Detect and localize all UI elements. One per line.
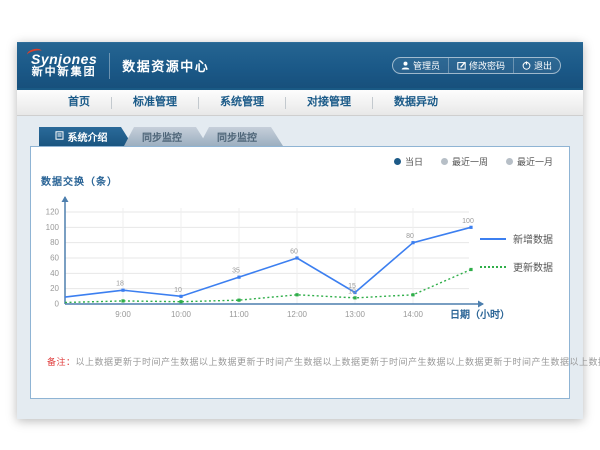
- tab-label: 同步监控: [142, 129, 182, 144]
- legend-label: 更新数据: [513, 259, 553, 274]
- user-toolbar: 管理员 修改密码 退出: [392, 57, 561, 74]
- logo-subtext: 新中新集团: [31, 67, 97, 79]
- y-axis-label: 数据交换（条）: [41, 173, 118, 188]
- user-button[interactable]: 管理员: [393, 58, 448, 73]
- svg-text:40: 40: [50, 269, 59, 278]
- page-title: 数据资源中心: [122, 56, 209, 75]
- svg-text:10: 10: [174, 287, 182, 294]
- radio-today[interactable]: 当日: [394, 155, 423, 168]
- change-password-label: 修改密码: [469, 59, 505, 72]
- svg-text:10:00: 10:00: [171, 310, 192, 319]
- svg-text:60: 60: [290, 249, 298, 256]
- svg-text:11:00: 11:00: [229, 310, 249, 319]
- svg-text:13:00: 13:00: [345, 310, 366, 319]
- svg-text:100: 100: [46, 223, 60, 232]
- app-header: Synjones 新中新集团 数据资源中心 管理员 修改密码: [17, 42, 583, 88]
- tab-sync-monitor-1[interactable]: 同步监控: [124, 127, 208, 146]
- nav-item-data-change[interactable]: 数据异动: [373, 90, 459, 115]
- radio-last-month[interactable]: 最近一月: [506, 155, 553, 168]
- radio-dot-icon: [506, 158, 513, 165]
- svg-text:12:00: 12:00: [287, 310, 308, 319]
- svg-text:120: 120: [46, 208, 60, 217]
- svg-text:60: 60: [50, 254, 59, 263]
- edit-icon: [457, 61, 466, 70]
- radio-label: 当日: [405, 155, 423, 168]
- user-button-label: 管理员: [413, 59, 440, 72]
- svg-text:100: 100: [462, 218, 474, 225]
- radio-dot-icon: [441, 158, 448, 165]
- legend-label: 新增数据: [513, 231, 553, 246]
- user-icon: [401, 61, 410, 70]
- app-window: Synjones 新中新集团 数据资源中心 管理员 修改密码: [17, 42, 583, 419]
- legend-item-new-data: 新增数据: [480, 231, 553, 246]
- tab-system-intro[interactable]: 系统介绍: [39, 127, 133, 146]
- svg-text:10: 10: [348, 288, 356, 295]
- company-logo: Synjones 新中新集团: [31, 52, 97, 78]
- svg-text:0: 0: [55, 300, 60, 309]
- logout-label: 退出: [534, 59, 552, 72]
- tab-label: 同步监控: [217, 129, 257, 144]
- nav-item-system-mgmt[interactable]: 系统管理: [199, 90, 285, 115]
- tab-label: 系统介绍: [68, 129, 108, 144]
- chart-legend: 新增数据 更新数据: [480, 231, 553, 274]
- footer-note: 备注：以上数据更新于时间产生数据以上数据更新于时间产生数据以上数据更新于时间产生…: [47, 355, 600, 368]
- nav-item-home[interactable]: 首页: [47, 90, 111, 115]
- change-password-button[interactable]: 修改密码: [448, 58, 513, 73]
- nav-item-docking-mgmt[interactable]: 对接管理: [286, 90, 372, 115]
- logo-text: Synjones: [31, 52, 97, 67]
- chart-panel: 当日 最近一周 最近一月 数据交换（条） 0 20 40 60 80 100 120 9:00…: [30, 146, 570, 399]
- legend-item-update-data: 更新数据: [480, 259, 553, 274]
- power-icon: [522, 61, 531, 70]
- svg-text:日期（小时）: 日期（小时）: [450, 308, 510, 321]
- solid-line-icon: [480, 238, 506, 240]
- radio-label: 最近一月: [517, 155, 553, 168]
- svg-text:18: 18: [116, 281, 124, 288]
- content-area: 系统介绍 同步监控 同步监控 当日 最近一周: [17, 116, 583, 419]
- time-range-filter: 当日 最近一周 最近一月: [394, 155, 553, 168]
- radio-dot-icon: [394, 158, 401, 165]
- radio-label: 最近一周: [452, 155, 488, 168]
- note-label: 备注：: [47, 357, 76, 367]
- svg-text:80: 80: [406, 233, 414, 240]
- svg-text:20: 20: [50, 284, 59, 293]
- logout-button[interactable]: 退出: [513, 58, 560, 73]
- svg-text:9:00: 9:00: [115, 310, 131, 319]
- svg-text:35: 35: [232, 268, 240, 275]
- dotted-line-icon: [480, 266, 506, 268]
- svg-text:14:00: 14:00: [403, 310, 424, 319]
- tab-sync-monitor-2[interactable]: 同步监控: [199, 127, 283, 146]
- tab-bar: 系统介绍 同步监控 同步监控: [39, 127, 283, 146]
- document-icon: [55, 131, 64, 143]
- main-nav: 首页 标准管理 系统管理 对接管理 数据异动: [17, 88, 583, 116]
- radio-last-week[interactable]: 最近一周: [441, 155, 488, 168]
- nav-item-standard-mgmt[interactable]: 标准管理: [112, 90, 198, 115]
- svg-text:80: 80: [50, 238, 59, 247]
- header-divider: [109, 53, 110, 79]
- note-text: 以上数据更新于时间产生数据以上数据更新于时间产生数据以上数据更新于时间产生数据以…: [76, 357, 600, 367]
